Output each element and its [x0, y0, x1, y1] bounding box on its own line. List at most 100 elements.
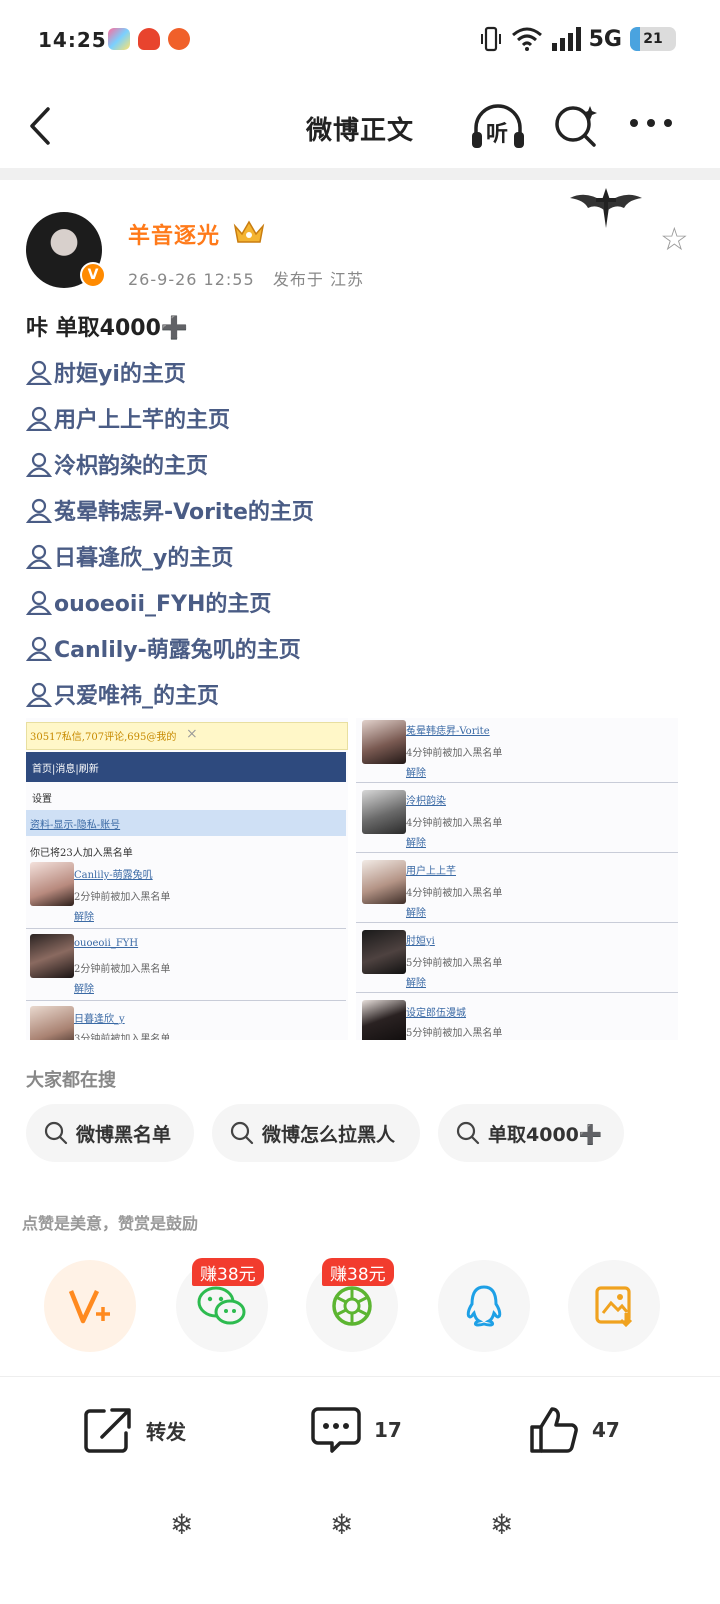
repost-button[interactable]: 转发: [82, 1400, 186, 1460]
user-thumbnail: [30, 934, 74, 978]
moments-icon: [332, 1286, 372, 1326]
mention-label: 日暮逢欣_y的主页: [54, 546, 234, 571]
vibrate-icon: [480, 26, 501, 52]
action-bar-divider: [0, 1376, 720, 1377]
search-chip[interactable]: 微博怎么拉黑人: [212, 1104, 420, 1162]
status-time: 14:25: [38, 28, 107, 52]
image-separator: [26, 928, 346, 929]
listen-label: 听: [486, 122, 509, 147]
user-thumbnail: [362, 720, 406, 764]
comment-button[interactable]: 17: [310, 1400, 402, 1460]
image-user-name: 肘姮yi: [406, 936, 435, 947]
post-image-left[interactable]: 30517私信,707评论,695@我的 × 首页|消息|刷新 设置 资料-显示…: [26, 718, 348, 1040]
mention-link[interactable]: 肘姮yi的主页: [26, 356, 186, 388]
favorite-star-icon[interactable]: ☆: [660, 220, 689, 258]
mention-link[interactable]: 日暮逢欣_y的主页: [26, 540, 233, 572]
mention-link[interactable]: 菟晕韩痣昇-Vorite的主页: [26, 494, 314, 526]
image-user-time: 2分钟前被加入黑名单: [74, 892, 171, 903]
search-chip[interactable]: 微博黑名单: [26, 1104, 194, 1162]
image-user-time: 3分钟前被加入黑名单: [74, 1034, 171, 1040]
image-user-name: ouoeoii_FYH: [74, 938, 139, 949]
battery-level: 21: [643, 31, 663, 47]
save-image-button[interactable]: [568, 1260, 660, 1352]
share-qq-button[interactable]: [438, 1260, 530, 1352]
snowflake-icon: ❄: [330, 1508, 354, 1541]
user-icon: [26, 360, 52, 385]
search-icon: [44, 1121, 68, 1145]
image-separator: [356, 852, 678, 853]
reward-title: 点赞是美意，赞赏是鼓励: [22, 1214, 199, 1233]
image-user-action: 解除: [406, 978, 426, 989]
search-chip-label: 微博黑名单: [76, 1123, 172, 1146]
mention-label: 菟晕韩痣昇-Vorite的主页: [54, 500, 314, 525]
decorative-ornament-icon: [570, 188, 642, 228]
user-thumbnail: [362, 1000, 406, 1040]
save-image-icon: [595, 1286, 633, 1327]
user-thumbnail: [30, 862, 74, 906]
app-notification-icon: [138, 28, 160, 50]
search-section-title: 大家都在搜: [26, 1070, 116, 1091]
post-text: 咔 单取4000➕: [26, 316, 189, 341]
signal-icon: [551, 27, 581, 51]
section-divider: [0, 168, 720, 180]
mention-link[interactable]: Canlily-萌露兔叽的主页: [26, 632, 301, 664]
image-user-name: Canlily-萌露兔叽: [74, 870, 153, 881]
close-icon: ×: [186, 726, 198, 742]
user-thumbnail: [30, 1006, 74, 1040]
more-icon[interactable]: [628, 116, 674, 130]
status-indicators: 5G 21: [479, 26, 676, 52]
status-bar: 14:25 5G 21: [0, 0, 720, 82]
member-crown-icon: [233, 220, 265, 243]
user-icon: [26, 590, 52, 615]
mention-link[interactable]: 用户上上芊的主页: [26, 402, 230, 434]
image-user-action: 解除: [74, 984, 94, 995]
user-icon: [26, 636, 52, 661]
wechat-icon: [197, 1286, 246, 1325]
listen-button[interactable]: 听: [470, 102, 526, 152]
comment-icon: [311, 1407, 361, 1453]
author-name[interactable]: 羊音逐光: [128, 218, 220, 250]
like-button[interactable]: 47: [528, 1400, 620, 1460]
mention-link[interactable]: 只爱唯祎_的主页: [26, 678, 219, 710]
image-banner-text: 30517私信,707评论,695@我的: [30, 732, 177, 743]
search-icon[interactable]: [552, 102, 600, 150]
reward-v-plus-icon: [68, 1290, 110, 1324]
post-meta: 26-9-26 12:55 发布于 江苏: [128, 266, 364, 290]
image-user-action: 解除: [406, 908, 426, 919]
repost-label: 转发: [146, 1419, 186, 1444]
nav-bar: 微博正文 听: [0, 82, 720, 168]
comment-count: 17: [374, 1418, 402, 1442]
image-user-name: 日暮逢欣_y: [74, 1014, 125, 1025]
mention-link[interactable]: 泠枳韵染的主页: [26, 448, 208, 480]
image-separator: [356, 922, 678, 923]
network-type: 5G: [588, 26, 622, 52]
post-date: 26-9-26 12:55: [128, 270, 255, 289]
reward-button[interactable]: [44, 1260, 136, 1352]
image-user-action: 解除: [406, 838, 426, 849]
image-separator: [356, 782, 678, 783]
user-thumbnail: [362, 790, 406, 834]
mention-link[interactable]: ouoeoii_FYH的主页: [26, 586, 271, 618]
post-image-right[interactable]: 菟晕韩痣昇-Vorite 4分钟前被加入黑名单 解除 泠枳韵染 4分钟前被加入黑…: [356, 718, 678, 1040]
image-user-action: 解除: [406, 768, 426, 779]
search-chip[interactable]: 单取4000➕: [438, 1104, 624, 1162]
image-user-name: 用户上上芊: [406, 866, 456, 877]
snowflake-icon: ❄: [490, 1508, 514, 1541]
battery-indicator: 21: [630, 27, 676, 51]
search-chip-label: 微博怎么拉黑人: [262, 1123, 396, 1146]
image-user-time: 4分钟前被加入黑名单: [406, 818, 503, 829]
user-thumbnail: [362, 860, 406, 904]
earn-tag: 赚38元: [192, 1258, 264, 1286]
image-separator: [356, 992, 678, 993]
repost-icon: [84, 1408, 131, 1453]
user-icon: [26, 682, 52, 707]
thumbs-up-icon: [530, 1407, 578, 1453]
qq-icon: [466, 1285, 502, 1327]
image-tabs-text: 资料-显示-隐私-账号: [30, 820, 121, 831]
image-user-time: 5分钟前被加入黑名单: [406, 958, 503, 969]
verified-badge-icon: V: [80, 262, 106, 288]
image-separator: [26, 1000, 346, 1001]
like-count: 47: [592, 1418, 620, 1442]
mention-label: 泠枳韵染的主页: [54, 454, 209, 479]
image-menu-text: 首页|消息|刷新: [32, 764, 99, 775]
